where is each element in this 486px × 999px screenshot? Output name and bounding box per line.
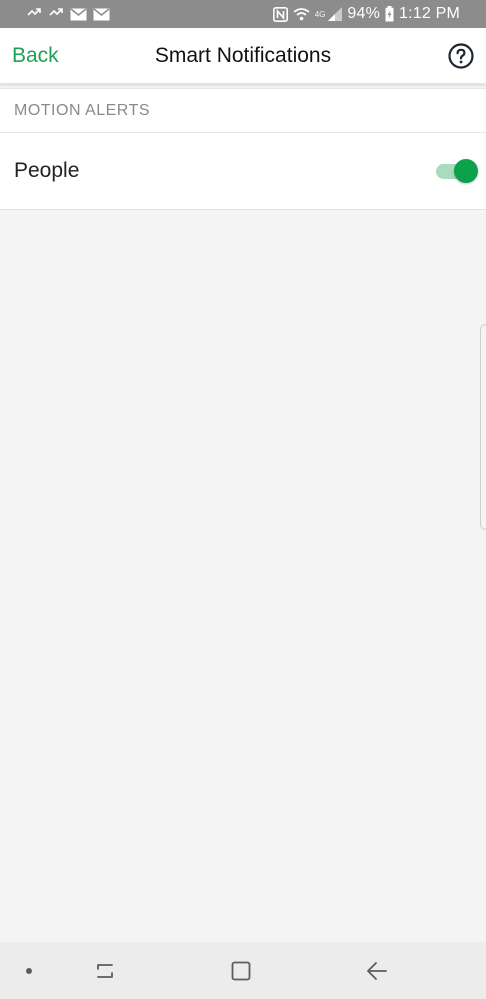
mail-icon (93, 7, 110, 21)
status-left-icons (26, 7, 110, 21)
clock: 1:12 PM (399, 5, 460, 22)
page-title: Smart Notifications (154, 43, 332, 67)
setting-row-people[interactable]: People (0, 133, 486, 210)
battery-charging-icon (385, 6, 394, 22)
nfc-icon (272, 6, 288, 22)
signal-icon (328, 7, 343, 21)
section-header-label: MOTION ALERTS (14, 101, 151, 119)
network-type-label: 4G (314, 9, 326, 19)
question-circle-icon[interactable] (448, 42, 474, 69)
wifi-icon (293, 7, 310, 22)
home-icon[interactable] (230, 960, 252, 982)
sync-icon (48, 8, 64, 20)
battery-percent: 94% (347, 5, 380, 22)
edge-panel-handle[interactable] (480, 324, 486, 530)
sync-icon (26, 8, 42, 20)
people-toggle[interactable] (436, 158, 478, 184)
recents-icon[interactable] (94, 960, 116, 982)
dot-icon[interactable] (25, 967, 33, 975)
setting-label: People (14, 159, 80, 182)
toggle-knob (454, 159, 478, 183)
app-bar: Back Smart Notifications (0, 28, 486, 84)
back-button[interactable]: Back (12, 44, 59, 68)
section-header: MOTION ALERTS (0, 88, 486, 133)
status-bar: 4G 94% 1:12 PM (0, 0, 486, 28)
mail-icon (70, 7, 87, 21)
navigation-bar (0, 942, 486, 999)
status-right-icons: 4G 94% 1:12 PM (272, 5, 460, 23)
back-arrow-icon[interactable] (365, 960, 389, 982)
